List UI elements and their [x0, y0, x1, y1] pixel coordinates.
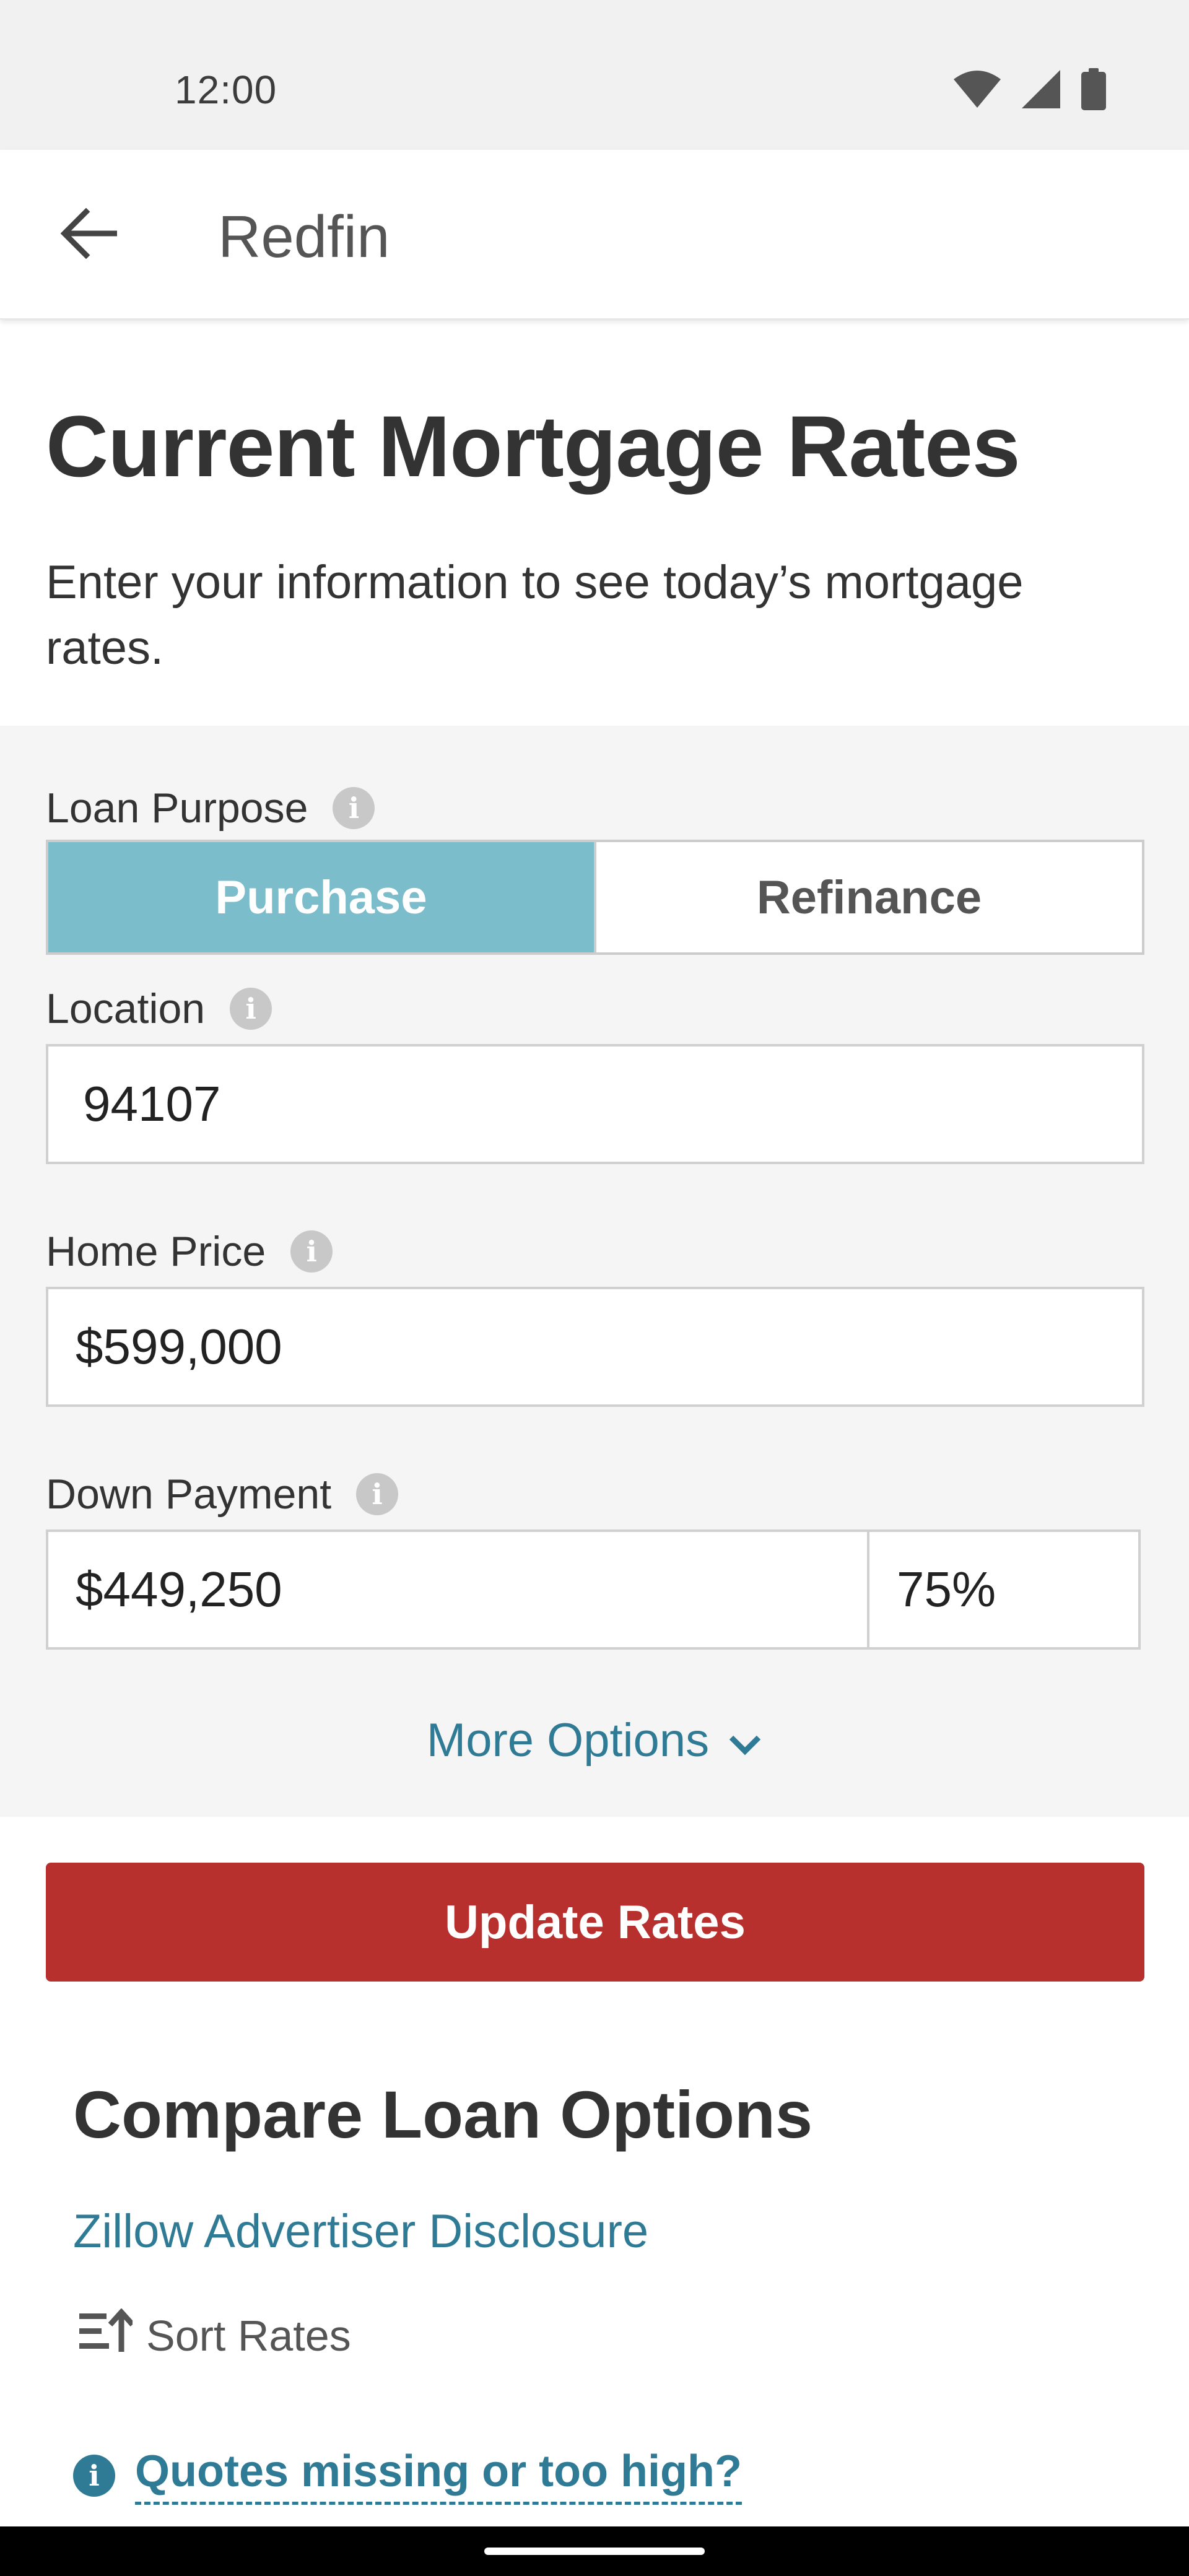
app-title: Redfin — [218, 204, 390, 270]
status-time: 12:00 — [175, 67, 277, 112]
info-icon[interactable]: i — [356, 1473, 399, 1515]
page: 12:00 Redfin Current Mortgage Rates Ente… — [0, 0, 1189, 2576]
location-value: 94107 — [83, 1076, 221, 1131]
home-price-label-row: Home Price i — [46, 1227, 333, 1276]
arrow-left-icon — [60, 207, 118, 262]
home-price-label: Home Price — [46, 1228, 266, 1275]
home-price-value: $599,000 — [76, 1319, 282, 1374]
down-payment-percent: 75% — [897, 1562, 996, 1617]
compare-title: Compare Loan Options — [73, 2077, 813, 2152]
battery-icon — [1081, 68, 1106, 113]
sort-icon — [78, 2308, 135, 2363]
location-label: Location — [46, 985, 206, 1032]
down-payment-label-row: Down Payment i — [46, 1470, 399, 1518]
page-subtitle: Enter your information to see today’s mo… — [46, 556, 1024, 674]
status-bar: 12:00 — [0, 0, 1189, 150]
quotes-missing-link[interactable]: Quotes missing or too high? — [135, 2446, 742, 2505]
location-input[interactable]: 94107 — [46, 1044, 1144, 1164]
info-icon[interactable]: i — [333, 787, 375, 829]
wifi-icon — [954, 71, 1001, 111]
info-icon: i — [73, 2454, 115, 2497]
info-icon[interactable]: i — [230, 988, 272, 1030]
refinance-option[interactable]: Refinance — [596, 842, 1142, 952]
down-payment-amount: $449,250 — [76, 1562, 282, 1617]
purchase-option[interactable]: Purchase — [48, 842, 596, 952]
loan-purpose-label-row: Loan Purpose i — [46, 784, 375, 832]
advertiser-disclosure-link[interactable]: Zillow Advertiser Disclosure — [73, 2204, 648, 2258]
sort-rates-label: Sort Rates — [146, 2312, 351, 2360]
home-price-input[interactable]: $599,000 — [46, 1287, 1144, 1407]
update-rates-button[interactable]: Update Rates — [46, 1863, 1144, 1982]
location-label-row: Location i — [46, 985, 272, 1033]
system-nav-bar — [0, 2526, 1189, 2576]
loan-purpose-toggle: Purchase Refinance — [46, 840, 1144, 955]
app-bar: Redfin — [0, 150, 1189, 320]
down-payment-amount-input[interactable]: $449,250 — [46, 1530, 869, 1650]
down-payment-label: Down Payment — [46, 1471, 332, 1518]
chevron-down-icon — [728, 1713, 762, 1767]
down-payment-percent-input[interactable]: 75% — [867, 1530, 1141, 1650]
page-title: Current Mortgage Rates — [46, 398, 1021, 495]
quotes-missing-row: i Quotes missing or too high? — [73, 2446, 742, 2505]
more-options-button[interactable]: More Options — [0, 1697, 1189, 1783]
signal-icon — [1022, 70, 1060, 111]
more-options-label: More Options — [426, 1713, 710, 1767]
home-indicator[interactable] — [484, 2548, 705, 2555]
loan-purpose-label: Loan Purpose — [46, 785, 308, 832]
status-icons — [954, 68, 1106, 113]
back-button[interactable] — [48, 194, 129, 275]
sort-rates-button[interactable]: Sort Rates — [78, 2308, 351, 2363]
info-icon[interactable]: i — [290, 1230, 333, 1273]
